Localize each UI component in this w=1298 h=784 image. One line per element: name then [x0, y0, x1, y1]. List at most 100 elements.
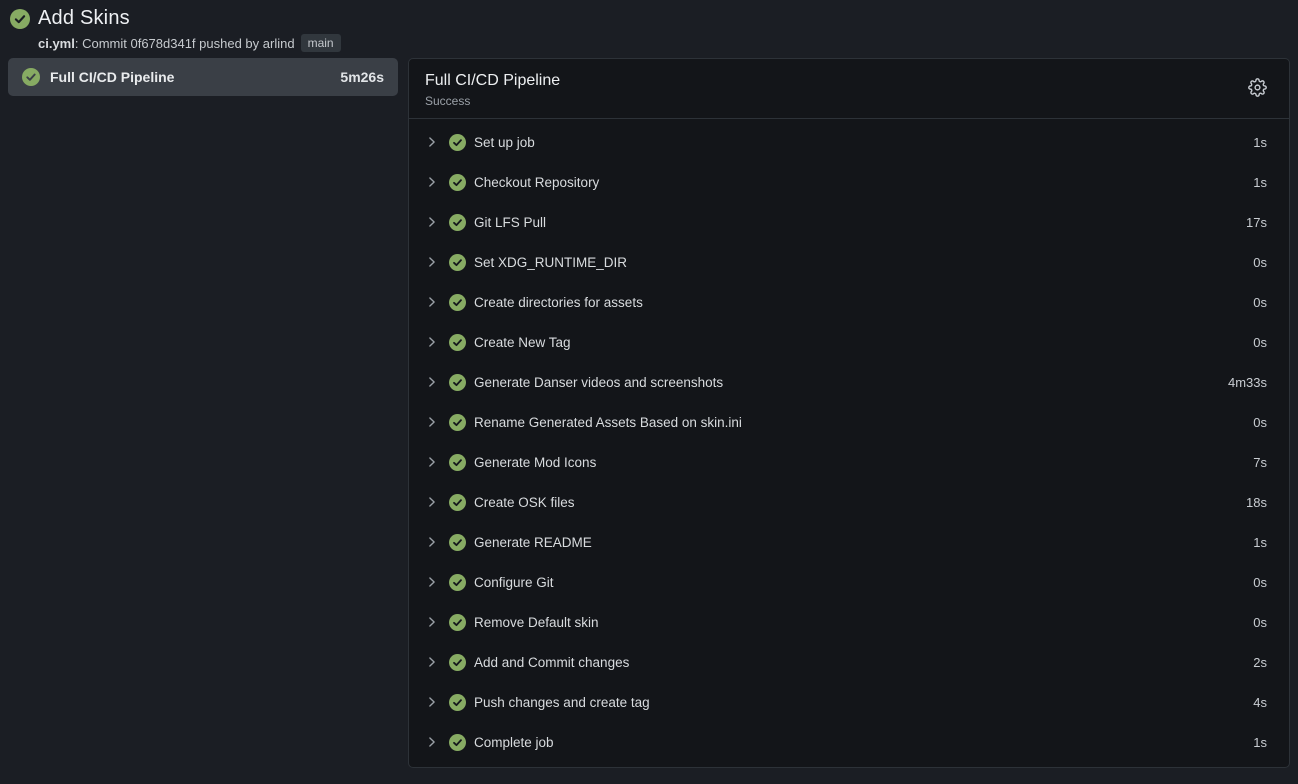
step-success-check-circle-icon	[449, 334, 466, 351]
chevron-right-icon[interactable]	[423, 653, 441, 671]
step-name: Add and Commit changes	[474, 655, 629, 670]
step-success-check-circle-icon	[449, 654, 466, 671]
step-name: Generate README	[474, 535, 592, 550]
commit-prefix-text: : Commit	[75, 36, 131, 51]
panel-header: Full CI/CD Pipeline Success	[409, 59, 1289, 119]
chevron-right-icon[interactable]	[423, 493, 441, 511]
step-row[interactable]: Generate Danser videos and screenshots 4…	[423, 362, 1267, 402]
run-header: Add Skins ci.yml: Commit 0f678d341f push…	[0, 0, 1298, 52]
step-row[interactable]: Set XDG_RUNTIME_DIR 0s	[423, 242, 1267, 282]
step-name: Generate Mod Icons	[474, 455, 596, 470]
chevron-right-icon[interactable]	[423, 693, 441, 711]
step-duration: 17s	[1246, 215, 1267, 230]
step-row[interactable]: Create directories for assets 0s	[423, 282, 1267, 322]
step-name: Generate Danser videos and screenshots	[474, 375, 723, 390]
step-success-check-circle-icon	[449, 574, 466, 591]
step-name: Rename Generated Assets Based on skin.in…	[474, 415, 742, 430]
step-duration: 1s	[1253, 135, 1267, 150]
step-row[interactable]: Configure Git 0s	[423, 562, 1267, 602]
step-success-check-circle-icon	[449, 414, 466, 431]
step-duration: 0s	[1253, 255, 1267, 270]
chevron-right-icon[interactable]	[423, 373, 441, 391]
step-name: Create OSK files	[474, 495, 575, 510]
step-duration: 7s	[1253, 455, 1267, 470]
step-name: Git LFS Pull	[474, 215, 546, 230]
step-duration: 18s	[1246, 495, 1267, 510]
step-success-check-circle-icon	[449, 534, 466, 551]
workflow-file-label: ci.yml	[38, 36, 75, 51]
step-success-check-circle-icon	[449, 734, 466, 751]
chevron-right-icon[interactable]	[423, 213, 441, 231]
run-detail-panel: Full CI/CD Pipeline Success Set up job	[408, 58, 1290, 768]
step-name: Configure Git	[474, 575, 554, 590]
step-name: Remove Default skin	[474, 615, 599, 630]
commit-meta: ci.yml: Commit 0f678d341f pushed by arli…	[38, 34, 1288, 52]
step-name: Set XDG_RUNTIME_DIR	[474, 255, 627, 270]
chevron-right-icon[interactable]	[423, 173, 441, 191]
chevron-right-icon[interactable]	[423, 333, 441, 351]
step-row[interactable]: Create OSK files 18s	[423, 482, 1267, 522]
step-duration: 2s	[1253, 655, 1267, 670]
step-success-check-circle-icon	[449, 454, 466, 471]
step-name: Create New Tag	[474, 335, 571, 350]
step-duration: 1s	[1253, 535, 1267, 550]
chevron-right-icon[interactable]	[423, 293, 441, 311]
jobs-sidebar: Full CI/CD Pipeline 5m26s	[8, 58, 398, 96]
run-success-check-circle-icon	[10, 9, 30, 29]
chevron-right-icon[interactable]	[423, 413, 441, 431]
chevron-right-icon[interactable]	[423, 733, 441, 751]
step-duration: 1s	[1253, 175, 1267, 190]
step-row[interactable]: Complete job 1s	[423, 722, 1267, 762]
step-name: Complete job	[474, 735, 554, 750]
step-row[interactable]: Create New Tag 0s	[423, 322, 1267, 362]
step-duration: 0s	[1253, 415, 1267, 430]
step-success-check-circle-icon	[449, 614, 466, 631]
step-duration: 1s	[1253, 735, 1267, 750]
step-duration: 0s	[1253, 615, 1267, 630]
commit-hash-link[interactable]: 0f678d341f	[130, 36, 195, 51]
step-row[interactable]: Git LFS Pull 17s	[423, 202, 1267, 242]
steps-list: Set up job 1s Checkout Repository 1s	[409, 119, 1289, 767]
step-success-check-circle-icon	[449, 494, 466, 511]
step-row[interactable]: Checkout Repository 1s	[423, 162, 1267, 202]
step-duration: 0s	[1253, 335, 1267, 350]
step-success-check-circle-icon	[449, 254, 466, 271]
step-success-check-circle-icon	[449, 174, 466, 191]
job-name: Full CI/CD Pipeline	[50, 69, 174, 85]
step-duration: 0s	[1253, 295, 1267, 310]
step-row[interactable]: Generate Mod Icons 7s	[423, 442, 1267, 482]
chevron-right-icon[interactable]	[423, 253, 441, 271]
panel-status-text: Success	[425, 94, 560, 108]
step-success-check-circle-icon	[449, 694, 466, 711]
chevron-right-icon[interactable]	[423, 533, 441, 551]
sidebar-job-full-ci-cd-pipeline[interactable]: Full CI/CD Pipeline 5m26s	[8, 58, 398, 96]
step-success-check-circle-icon	[449, 214, 466, 231]
step-duration: 4s	[1253, 695, 1267, 710]
step-success-check-circle-icon	[449, 374, 466, 391]
step-success-check-circle-icon	[449, 134, 466, 151]
step-row[interactable]: Rename Generated Assets Based on skin.in…	[423, 402, 1267, 442]
chevron-right-icon[interactable]	[423, 453, 441, 471]
chevron-right-icon[interactable]	[423, 133, 441, 151]
step-duration: 4m33s	[1228, 375, 1267, 390]
step-name: Create directories for assets	[474, 295, 643, 310]
step-row[interactable]: Generate README 1s	[423, 522, 1267, 562]
branch-badge[interactable]: main	[301, 34, 341, 52]
step-row[interactable]: Remove Default skin 0s	[423, 602, 1267, 642]
job-duration: 5m26s	[340, 69, 384, 85]
commit-suffix-text: pushed by arlind	[196, 36, 295, 51]
chevron-right-icon[interactable]	[423, 613, 441, 631]
step-row[interactable]: Push changes and create tag 4s	[423, 682, 1267, 722]
step-success-check-circle-icon	[449, 294, 466, 311]
job-success-check-circle-icon	[22, 68, 40, 86]
step-row[interactable]: Add and Commit changes 2s	[423, 642, 1267, 682]
gear-icon[interactable]	[1248, 78, 1267, 97]
run-title: Add Skins	[38, 7, 130, 30]
step-name: Push changes and create tag	[474, 695, 650, 710]
step-row[interactable]: Set up job 1s	[423, 122, 1267, 162]
run-layout: Full CI/CD Pipeline 5m26s Full CI/CD Pip…	[0, 52, 1298, 768]
step-duration: 0s	[1253, 575, 1267, 590]
chevron-right-icon[interactable]	[423, 573, 441, 591]
step-name: Set up job	[474, 135, 535, 150]
step-name: Checkout Repository	[474, 175, 599, 190]
